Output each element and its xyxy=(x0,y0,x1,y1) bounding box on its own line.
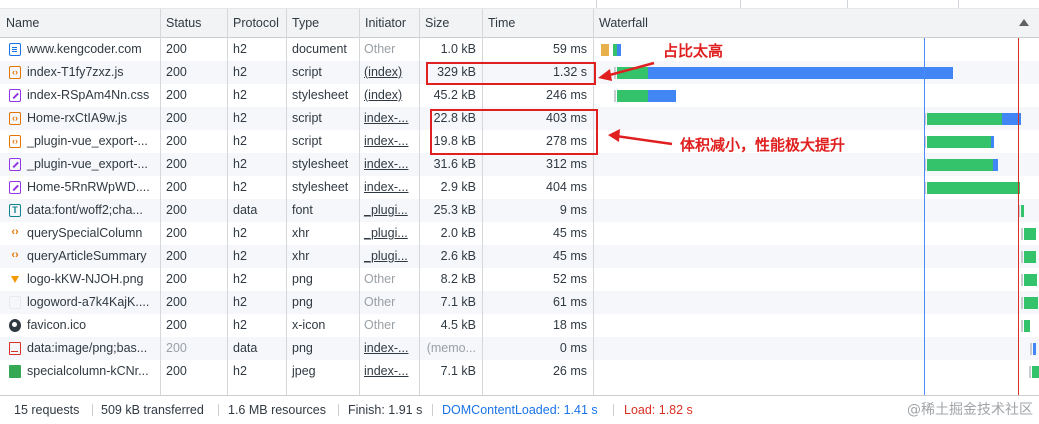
annotation-text-chunks: 体积减小，性能极大提升 xyxy=(680,136,846,154)
waterfall-waiting-segment xyxy=(1024,228,1036,240)
domcontentloaded-time: DOMContentLoaded: 1.41 s xyxy=(442,403,598,417)
waterfall-bar[interactable] xyxy=(0,84,1039,107)
waterfall-waiting-segment xyxy=(1024,320,1030,332)
waterfall-queue-segment xyxy=(1030,343,1032,355)
annotation-box-chunks xyxy=(430,109,598,155)
status-divider xyxy=(338,404,339,416)
table-row[interactable]: data:image/png;bas... 200 data png index-...… xyxy=(0,337,1039,360)
waterfall-waiting-segment xyxy=(1024,274,1037,286)
waterfall-bar[interactable] xyxy=(0,291,1039,314)
waterfall-waiting-segment xyxy=(927,113,1002,125)
network-panel: Name Status Protocol Type Initiator Size… xyxy=(0,9,1039,395)
waterfall-queue-segment xyxy=(1021,251,1023,263)
table-row[interactable]: specialcolumn-kCNr... 200 h2 jpeg index-... 7… xyxy=(0,360,1039,383)
waterfall-bar[interactable] xyxy=(0,337,1039,360)
waterfall-queue-segment xyxy=(1029,366,1031,378)
table-row[interactable]: _plugin-vue_export-... 200 h2 stylesheet ind… xyxy=(0,153,1039,176)
sort-ascending-icon[interactable] xyxy=(1019,19,1029,26)
table-header: Name Status Protocol Type Initiator Size… xyxy=(0,9,1039,38)
waterfall-waiting-segment xyxy=(927,159,993,171)
time-column-header[interactable]: Time xyxy=(482,9,593,37)
waterfall-queue-segment xyxy=(1021,228,1023,240)
status-bar: 15 requests 509 kB transferred 1.6 MB re… xyxy=(0,395,1039,423)
waterfall-waiting-segment xyxy=(1021,205,1024,217)
waterfall-bar[interactable] xyxy=(0,268,1039,291)
waterfall-bar[interactable] xyxy=(0,314,1039,337)
annotation-arrow-icon xyxy=(608,129,673,146)
table-row[interactable]: www.kengcoder.com 200 h2 document Other 1.0 k… xyxy=(0,38,1039,61)
name-column-header[interactable]: Name xyxy=(0,9,160,37)
finish-time: Finish: 1.91 s xyxy=(348,403,423,417)
status-divider xyxy=(92,404,93,416)
type-column-header[interactable]: Type xyxy=(286,9,359,37)
waterfall-download-segment xyxy=(648,90,676,102)
waterfall-queue-segment xyxy=(1021,320,1023,332)
domcontentloaded-line xyxy=(924,38,925,395)
table-row[interactable]: data:font/woff2;cha...200datafont_plugi.… xyxy=(0,199,1039,222)
transferred-size: 509 kB transferred xyxy=(101,403,204,417)
column-divider[interactable] xyxy=(359,9,360,395)
load-time: Load: 1.82 s xyxy=(624,403,693,417)
waterfall-bar[interactable] xyxy=(0,222,1039,245)
waterfall-column-header[interactable]: Waterfall xyxy=(593,9,1039,37)
column-divider[interactable] xyxy=(160,9,161,395)
table-row[interactable]: queryArticleSummary200h2xhr_plugi...2.6 … xyxy=(0,245,1039,268)
waterfall-download-segment xyxy=(648,67,953,79)
table-row[interactable]: logoword-a7k4KajK.... 200 h2 png Other 7.1 kB… xyxy=(0,291,1039,314)
table-row[interactable]: querySpecialColumn200h2xhr_plugi...2.0 k… xyxy=(0,222,1039,245)
initiator-column-header[interactable]: Initiator xyxy=(359,9,419,37)
top-strip xyxy=(0,0,1039,9)
waterfall-label: Waterfall xyxy=(599,16,648,30)
waterfall-bar[interactable] xyxy=(0,199,1039,222)
waterfall-queue-segment xyxy=(1021,274,1023,286)
protocol-column-header[interactable]: Protocol xyxy=(227,9,286,37)
waterfall-waiting-segment xyxy=(1024,251,1036,263)
waterfall-waiting-segment xyxy=(927,182,1020,194)
waterfall-bar[interactable] xyxy=(0,153,1039,176)
load-line xyxy=(1018,38,1019,395)
table-row[interactable]: Home-5RnRWpWD.... 200 h2 stylesheet index-..… xyxy=(0,176,1039,199)
column-divider[interactable] xyxy=(419,9,420,395)
annotation-arrow-icon xyxy=(598,61,655,81)
column-divider[interactable] xyxy=(227,9,228,395)
resources-size: 1.6 MB resources xyxy=(228,403,326,417)
waterfall-waiting-segment xyxy=(1024,297,1038,309)
status-divider xyxy=(218,404,219,416)
watermark: @稀土掘金技术社区 xyxy=(907,402,1033,418)
annotation-box-main-js xyxy=(426,62,596,85)
waterfall-download-segment xyxy=(991,136,994,148)
annotation-text-main-js: 占比太高 xyxy=(663,42,724,60)
status-divider xyxy=(613,404,614,416)
waterfall-queue-segment xyxy=(1021,297,1023,309)
waterfall-bar[interactable] xyxy=(0,176,1039,199)
size-column-header[interactable]: Size xyxy=(419,9,482,37)
status-column-header[interactable]: Status xyxy=(160,9,227,37)
waterfall-waiting-segment xyxy=(927,136,991,148)
waterfall-bar[interactable] xyxy=(0,38,1039,61)
table-row[interactable]: index-RSpAm4Nn.css 200 h2 stylesheet (index)… xyxy=(0,84,1039,107)
waterfall-bar[interactable] xyxy=(0,245,1039,268)
waterfall-queue-segment xyxy=(614,90,616,102)
column-divider[interactable] xyxy=(286,9,287,395)
waterfall-download-segment xyxy=(993,159,998,171)
table-row[interactable]: favicon.ico 200 h2 x-icon Other 4.5 kB 18 ms xyxy=(0,314,1039,337)
waterfall-download-segment xyxy=(1033,343,1036,355)
waterfall-waiting-segment xyxy=(1032,366,1039,378)
table-row[interactable]: logo-kKW-NJOH.png 200 h2 png Other 8.2 kB 52 m… xyxy=(0,268,1039,291)
waterfall-bar[interactable] xyxy=(0,360,1039,383)
request-count: 15 requests xyxy=(14,403,80,417)
status-divider xyxy=(432,404,433,416)
waterfall-waiting-segment xyxy=(617,90,648,102)
